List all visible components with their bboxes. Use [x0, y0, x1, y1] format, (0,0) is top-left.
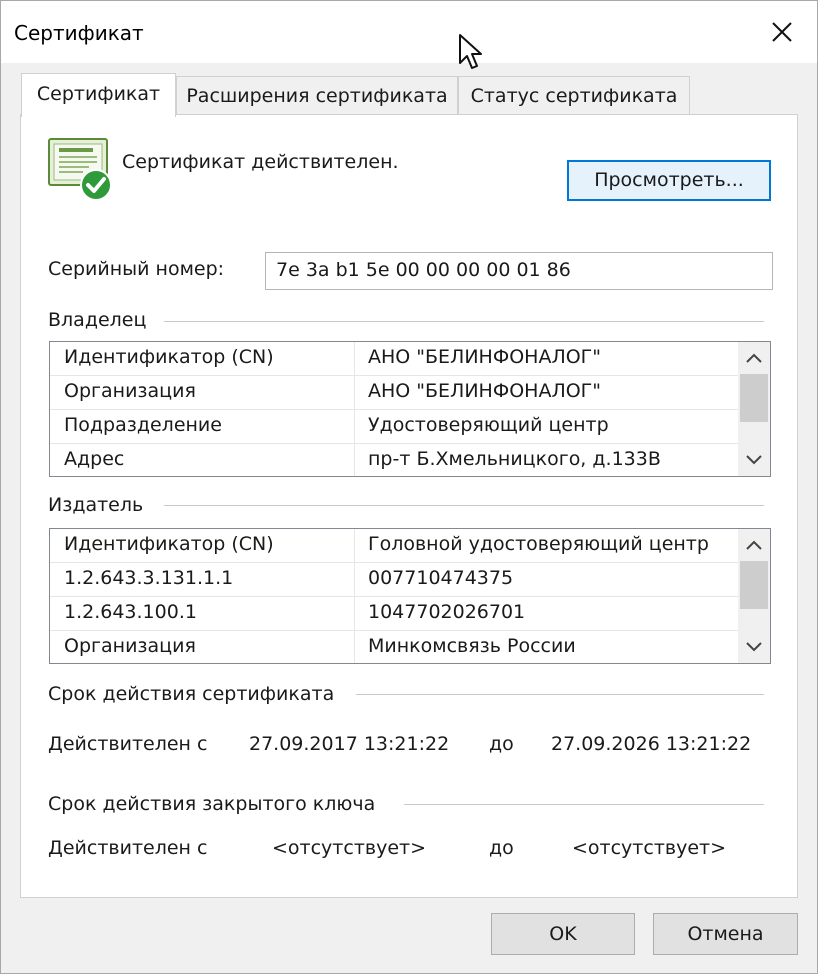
valid-from-value: 27.09.2017 13:21:22	[249, 733, 450, 755]
scroll-down-button[interactable]	[738, 633, 770, 661]
field-name: 1.2.643.3.131.1.1	[64, 567, 234, 589]
mouse-cursor-icon	[459, 34, 482, 69]
issuer-group-title: Издатель	[48, 494, 150, 516]
table-row[interactable]: 1.2.643.3.131.1.1 007710474375	[50, 563, 738, 597]
field-name: 1.2.643.100.1	[64, 601, 197, 623]
close-icon	[772, 22, 792, 42]
scroll-up-button[interactable]	[738, 531, 770, 559]
key-valid-from-label: Действителен с	[48, 837, 208, 859]
tab-certificate[interactable]: Сертификат	[21, 73, 176, 117]
view-button[interactable]: Просмотреть...	[567, 160, 771, 201]
table-row[interactable]: Подразделение Удостоверяющий центр	[50, 410, 738, 444]
validity-divider	[356, 694, 764, 695]
table-row[interactable]: Адрес пр-т Б.Хмельницкого, д.133В	[50, 444, 738, 476]
valid-to-value: 27.09.2026 13:21:22	[551, 733, 752, 755]
field-value: Удостоверяющий центр	[368, 414, 609, 436]
scroll-thumb[interactable]	[740, 374, 768, 422]
chevron-up-icon	[746, 353, 762, 363]
valid-to-label: до	[489, 733, 514, 755]
table-row[interactable]: Идентификатор (CN) АНО "БЕЛИНФОНАЛОГ"	[50, 342, 738, 376]
field-value: Головной удостоверяющий центр	[368, 533, 709, 555]
field-value: пр-т Б.Хмельницкого, д.133В	[368, 448, 661, 470]
tab-extensions[interactable]: Расширения сертификата	[176, 76, 458, 116]
certificate-valid-icon	[48, 138, 112, 201]
scroll-up-button[interactable]	[738, 344, 770, 372]
owner-table[interactable]: Идентификатор (CN) АНО "БЕЛИНФОНАЛОГ" Ор…	[49, 341, 771, 477]
owner-group-title: Владелец	[48, 309, 153, 331]
table-row[interactable]: Организация АНО "БЕЛИНФОНАЛОГ"	[50, 376, 738, 410]
title-bar: Сертификат	[1, 1, 817, 63]
serial-field[interactable]: 7e 3a b1 5e 00 00 00 00 01 86	[265, 252, 773, 290]
chevron-up-icon	[746, 540, 762, 550]
serial-label: Серийный номер:	[48, 258, 225, 280]
field-name: Организация	[64, 635, 196, 657]
window-title: Сертификат	[14, 21, 144, 45]
key-valid-from-value: <отсутствует>	[272, 837, 427, 859]
field-name: Организация	[64, 380, 196, 402]
field-name: Идентификатор (CN)	[64, 346, 274, 368]
table-row[interactable]: Организация Минкомсвязь России	[50, 631, 738, 663]
table-row[interactable]: Идентификатор (CN) Головной удостоверяющ…	[50, 529, 738, 563]
valid-from-label: Действителен с	[48, 733, 208, 755]
field-name: Подразделение	[64, 414, 222, 436]
certificate-dialog: Сертификат Сертификат Расширения сертифи…	[0, 0, 818, 974]
field-name: Идентификатор (CN)	[64, 533, 274, 555]
owner-divider	[164, 321, 764, 322]
field-value: 007710474375	[368, 567, 514, 589]
field-value: Минкомсвязь России	[368, 635, 576, 657]
key-valid-to-value: <отсутствует>	[572, 837, 727, 859]
issuer-divider	[164, 505, 764, 506]
close-button[interactable]	[755, 9, 809, 55]
scroll-down-button[interactable]	[738, 446, 770, 474]
issuer-scrollbar[interactable]	[738, 529, 770, 663]
chevron-down-icon	[746, 642, 762, 652]
table-row[interactable]: 1.2.643.100.1 1047702026701	[50, 597, 738, 631]
cancel-button[interactable]: Отмена	[653, 913, 798, 955]
chevron-down-icon	[746, 455, 762, 465]
field-name: Адрес	[64, 448, 125, 470]
owner-scrollbar[interactable]	[738, 342, 770, 476]
ok-button[interactable]: OK	[491, 913, 635, 955]
key-validity-group-title: Срок действия закрытого ключа	[48, 793, 382, 815]
tab-status[interactable]: Статус сертификата	[458, 76, 690, 116]
serial-value: 7e 3a b1 5e 00 00 00 00 01 86	[276, 259, 571, 281]
field-value: АНО "БЕЛИНФОНАЛОГ"	[368, 380, 602, 402]
validity-group-title: Срок действия сертификата	[48, 683, 341, 705]
field-value: АНО "БЕЛИНФОНАЛОГ"	[368, 346, 602, 368]
certificate-status-text: Сертификат действителен.	[122, 151, 399, 173]
key-valid-to-label: до	[489, 837, 514, 859]
scroll-thumb[interactable]	[740, 561, 768, 609]
field-value: 1047702026701	[368, 601, 526, 623]
issuer-table[interactable]: Идентификатор (CN) Головной удостоверяющ…	[49, 528, 771, 664]
key-validity-divider	[404, 804, 764, 805]
